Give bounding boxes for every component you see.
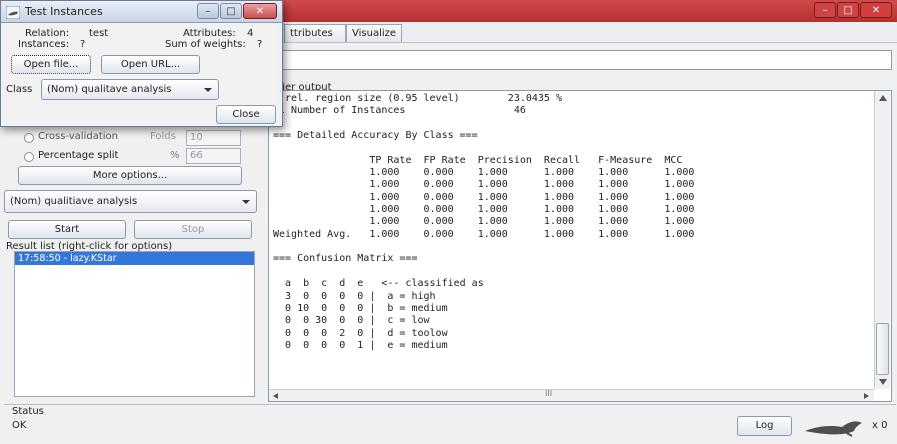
status-bar: Status OK Log x 0 — [4, 404, 896, 444]
chevron-down-icon — [242, 200, 250, 204]
more-options-button[interactable]: More options... — [18, 166, 242, 185]
percentage-split-label: Percentage split — [38, 150, 119, 161]
log-button[interactable]: Log — [737, 416, 792, 436]
percentage-split-radio[interactable] — [24, 152, 34, 162]
percent-symbol: % — [170, 150, 180, 161]
sum-weights-label: Sum of weights: — [165, 39, 246, 50]
folds-input[interactable]: 10 — [186, 130, 241, 146]
open-url-button[interactable]: Open URL... — [101, 55, 200, 74]
open-file-button[interactable]: Open file... — [11, 55, 91, 74]
result-list[interactable]: 17:58:50 - lazy.KStar — [14, 251, 255, 397]
classifier-choose-field[interactable] — [270, 50, 892, 70]
percentage-input[interactable]: 66 — [186, 148, 241, 164]
horizontal-scroll-grip[interactable]: III — [545, 389, 552, 398]
dialog-titlebar: Test Instances – □ ✕ — [1, 1, 282, 23]
dialog-close-button[interactable]: ✕ — [243, 3, 277, 19]
class-attribute-select[interactable]: (Nom) qualitiave analysis — [4, 190, 257, 213]
dialog-title: Test Instances — [25, 5, 103, 18]
arrow-up-icon[interactable] — [879, 95, 887, 101]
start-button[interactable]: Start — [8, 220, 126, 239]
class-label: Class — [6, 84, 33, 95]
vertical-scroll-thumb[interactable] — [876, 323, 889, 375]
cross-validation-radio[interactable] — [24, 133, 34, 143]
arrow-left-icon[interactable] — [273, 393, 278, 399]
cross-validation-label: Cross-validation — [38, 131, 118, 142]
horizontal-scrollbar[interactable]: III — [269, 389, 874, 401]
arrow-right-icon[interactable] — [864, 393, 869, 399]
dialog-maximize-button[interactable]: □ — [220, 3, 242, 19]
folds-label: Folds — [150, 131, 176, 142]
task-count: x 0 — [872, 420, 888, 431]
weka-bird-icon — [805, 421, 862, 437]
dialog-minimize-button[interactable]: – — [197, 3, 219, 19]
maximize-button[interactable]: □ — [837, 2, 859, 18]
minimize-button[interactable]: – — [814, 2, 836, 18]
tab-select-attributes[interactable]: ttributes — [284, 24, 346, 42]
classifier-output-text: n rel. region size (0.95 level) 23.0435 … — [273, 93, 695, 351]
dialog-class-value: (Nom) qualitave analysis — [47, 84, 172, 95]
chevron-down-icon — [204, 88, 212, 92]
stop-button[interactable]: Stop — [134, 220, 252, 239]
dialog-close-text-button[interactable]: Close — [216, 105, 276, 124]
dialog-class-select[interactable]: (Nom) qualitave analysis — [41, 79, 219, 100]
sum-weights-value: ? — [257, 39, 263, 50]
class-attribute-value: (Nom) qualitiave analysis — [10, 196, 138, 207]
classifier-output-panel[interactable]: n rel. region size (0.95 level) 23.0435 … — [268, 90, 892, 402]
status-label: Status — [12, 406, 44, 417]
instances-label: Instances: — [18, 39, 70, 50]
vertical-scrollbar[interactable] — [874, 91, 890, 389]
attributes-value: 4 — [247, 28, 254, 39]
relation-value: test — [89, 28, 109, 39]
tab-visualize[interactable]: Visualize — [346, 24, 402, 42]
attributes-label: Attributes: — [183, 28, 236, 39]
close-window-button[interactable]: ✕ — [860, 2, 892, 18]
status-value: OK — [12, 420, 27, 431]
result-list-item[interactable]: 17:58:50 - lazy.KStar — [15, 252, 254, 265]
dialog-body: Relation: test Attributes: 4 Instances: … — [5, 23, 277, 124]
arrow-down-icon[interactable] — [879, 379, 887, 385]
instances-value: ? — [80, 39, 86, 50]
weka-bird-icon — [6, 6, 20, 19]
test-instances-dialog: Test Instances – □ ✕ Relation: test Attr… — [0, 0, 283, 127]
relation-label: Relation: — [25, 28, 70, 39]
